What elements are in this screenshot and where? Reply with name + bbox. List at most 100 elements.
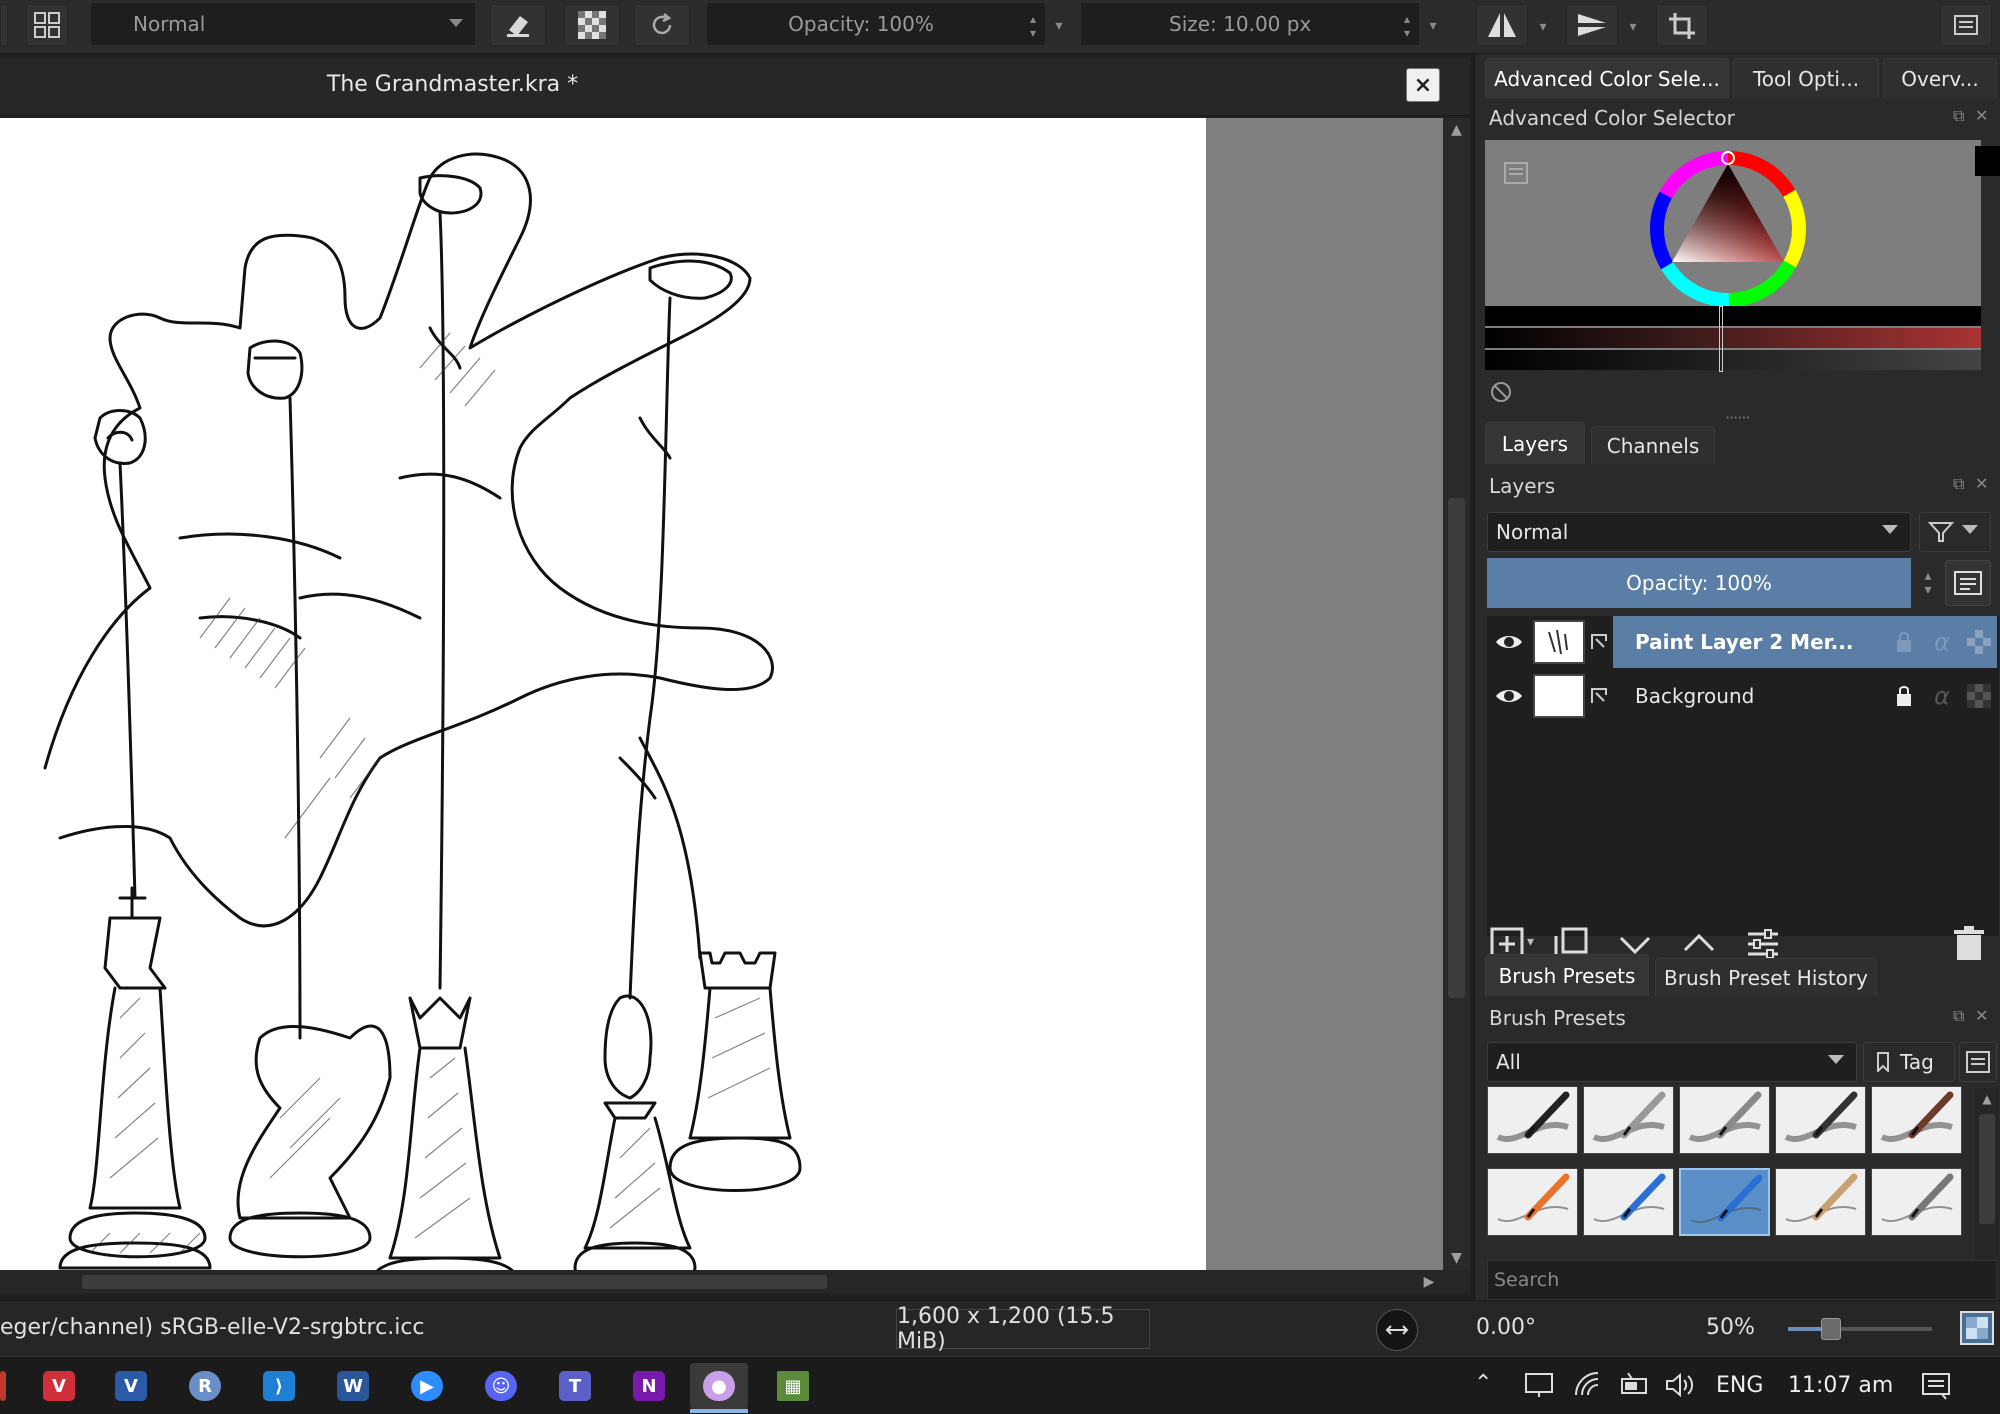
scroll-up-arrow[interactable]: ▲ [1975,1090,1999,1108]
brush-view-options-button[interactable] [1959,1042,1997,1082]
brush-preset-thumbnail[interactable] [1487,1086,1578,1154]
tab-brush-preset-history[interactable]: Brush Preset History [1655,958,1877,996]
taskbar-visio[interactable]: V [102,1363,160,1409]
onion-skin-icon[interactable] [1961,616,1997,668]
scroll-right-arrow[interactable]: ▶ [1416,1270,1442,1294]
brush-preset-thumbnail[interactable] [1583,1168,1674,1236]
brush-preset-thumbnail[interactable] [1583,1086,1674,1154]
layer-name-background[interactable]: Background [1613,670,1885,722]
refresh-icon[interactable] [1489,380,1513,404]
brush-preset-thumbnail[interactable] [1871,1168,1962,1236]
layer-opacity-slider[interactable]: Opacity: 100% [1487,558,1911,608]
lock-icon[interactable] [1885,670,1923,722]
taskbar-app-edge[interactable] [0,1371,6,1401]
brush-preset-thumbnail[interactable] [1871,1086,1962,1154]
taskbar-r[interactable]: R [176,1363,234,1409]
layer-settings-icon[interactable] [1745,926,1781,962]
close-layers-icon[interactable]: ✕ [1975,474,1988,493]
display-icon[interactable] [1524,1371,1554,1399]
brush-preset-thumbnail[interactable] [1487,1168,1578,1236]
tab-advanced-color-selector[interactable]: Advanced Color Sele... [1485,58,1729,98]
float-layers-icon[interactable]: ⧉ [1953,474,1964,494]
layer-row-background[interactable]: Background α [1487,670,1999,722]
document-title[interactable]: The Grandmaster.kra * [0,72,905,97]
onion-skin-icon[interactable] [1961,670,1997,722]
mirror-horizontal-menu[interactable]: ▾ [1530,8,1556,46]
opacity-menu-arrow[interactable]: ▾ [1046,6,1072,46]
tab-brush-presets[interactable]: Brush Presets [1485,954,1649,996]
tab-overview[interactable]: Overv... [1883,58,1997,98]
trash-icon[interactable] [1953,926,1985,962]
lock-icon[interactable] [1885,616,1923,668]
layer-blend-mode-select[interactable]: Normal [1487,512,1911,552]
blend-mode-select[interactable]: Normal [90,2,476,46]
layer-opacity-spin[interactable]: ▴ ▾ [1915,560,1941,606]
taskbar-zoom[interactable]: ▶ [398,1363,456,1409]
mirror-vertical-menu[interactable]: ▾ [1620,8,1646,46]
eye-icon[interactable] [1487,670,1531,722]
eye-icon[interactable] [1487,616,1531,668]
battery-icon[interactable] [1618,1371,1650,1399]
horizontal-scrollbar[interactable]: ▶ [0,1270,1470,1294]
reload-preset-button[interactable] [634,4,690,46]
canvas-paper[interactable] [0,118,1206,1270]
float-brush-icon[interactable]: ⧉ [1953,1006,1964,1026]
float-panel-icon[interactable]: ⧉ [1953,106,1964,126]
tab-layers[interactable]: Layers [1485,422,1585,464]
taskbar-teams[interactable]: T [546,1363,604,1409]
brush-preset-grid-button[interactable] [26,4,68,46]
eraser-mode-button[interactable] [490,4,546,46]
layer-row-paint[interactable]: Paint Layer 2 Mer... α [1487,616,1999,668]
brush-scroll-thumb[interactable] [1979,1114,1995,1224]
notifications-icon[interactable] [1920,1371,1952,1401]
foreground-color-swatch[interactable] [1975,146,2000,176]
image-dimensions-button[interactable]: 1,600 x 1,200 (15.5 MiB) [896,1304,1150,1354]
brush-search-input[interactable]: Search [1487,1260,1997,1300]
brush-preset-thumbnail[interactable] [1775,1086,1866,1154]
size-spin-buttons[interactable]: ▴ ▾ [1394,6,1420,46]
taskbar-vscode[interactable]: ⟩ [250,1363,308,1409]
horizontal-scroll-thumb[interactable] [82,1275,827,1289]
wifi-icon[interactable] [1572,1371,1602,1399]
taskbar-krita[interactable]: ● [690,1363,748,1409]
add-layer-menu-arrow[interactable]: ▾ [1527,934,1534,950]
hue-ring-triangle[interactable] [1643,144,1813,314]
brush-preset-thumbnail[interactable] [1679,1168,1770,1236]
wrap-around-button[interactable] [1656,4,1708,46]
color-strip-red[interactable] [1485,328,1981,348]
layer-filter-button[interactable] [1919,512,1991,552]
brush-filter-select[interactable]: All [1487,1042,1857,1082]
opacity-slider[interactable]: Opacity: 100% [706,2,1046,46]
brush-tag-button[interactable]: Tag [1863,1042,1955,1082]
canvas-only-toggle[interactable] [1960,1311,1994,1345]
mirror-vertical-button[interactable] [1566,4,1618,46]
close-brush-icon[interactable]: ✕ [1975,1006,1988,1025]
clock[interactable]: 11:07 am [1788,1373,1893,1398]
vertical-scroll-thumb[interactable] [1448,498,1465,998]
zoom-value[interactable]: 50% [1706,1315,1755,1340]
layer-properties-button[interactable] [1945,560,1991,606]
toolbar-menu-button[interactable] [1940,4,1992,46]
volume-icon[interactable] [1664,1371,1696,1399]
color-strip-gray[interactable] [1485,350,1981,370]
chevron-up-icon[interactable]: ⌃ [1474,1371,1492,1396]
rotation-dial[interactable] [1376,1309,1418,1351]
taskbar-word[interactable]: W [324,1363,382,1409]
language-indicator[interactable]: ENG [1716,1373,1763,1398]
inherit-alpha-icon[interactable] [1585,616,1613,668]
move-layer-up-icon[interactable] [1681,926,1717,962]
alpha-lock-icon[interactable]: α [1923,670,1961,722]
taskbar-onenote[interactable]: N [620,1363,678,1409]
brush-preset-thumbnail[interactable] [1679,1086,1770,1154]
color-strip-black[interactable] [1485,306,1981,326]
size-menu-arrow[interactable]: ▾ [1420,6,1446,46]
tab-tool-options[interactable]: Tool Opti... [1733,58,1879,98]
tab-channels[interactable]: Channels [1591,426,1715,464]
splitter-handle[interactable]: ······ [1725,408,1750,427]
scroll-down-arrow[interactable]: ▼ [1443,1246,1470,1270]
taskbar-discord[interactable]: ☺ [472,1363,530,1409]
size-slider[interactable]: Size: 10.00 px [1080,2,1420,46]
rotation-value[interactable]: 0.00° [1476,1315,1536,1340]
preserve-alpha-button[interactable] [564,4,620,46]
zoom-slider-handle[interactable] [1821,1318,1842,1340]
